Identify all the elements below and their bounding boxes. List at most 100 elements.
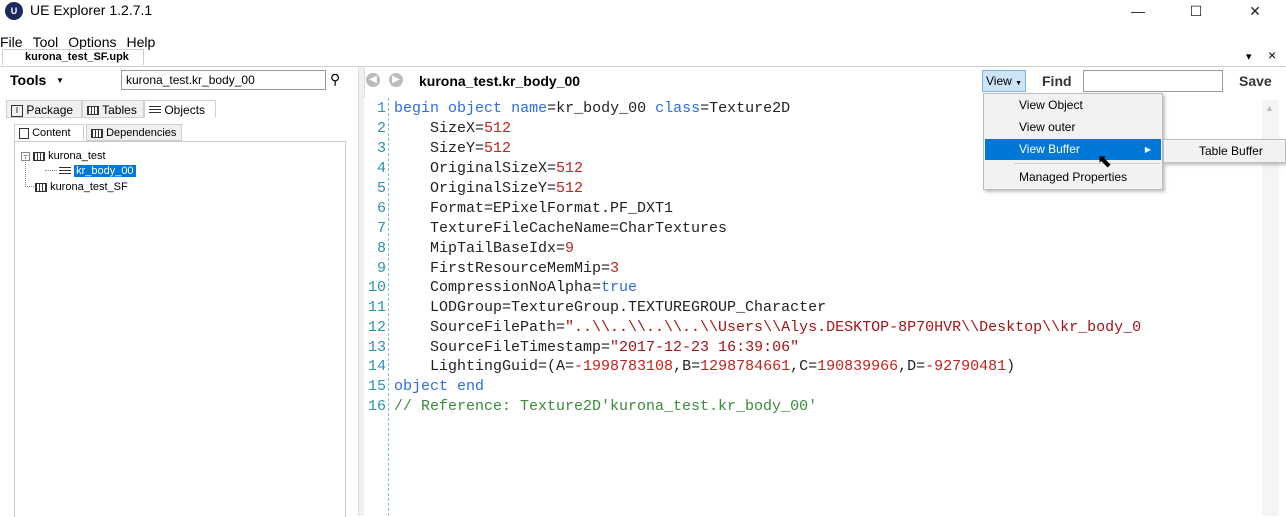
mouse-cursor-icon: ⬉ (1097, 151, 1113, 171)
save-button[interactable]: Save (1239, 73, 1272, 89)
find-label: Find (1042, 73, 1072, 89)
line-number: 1 (376, 100, 386, 117)
tab-list-dropdown-icon[interactable]: ▾ (1246, 50, 1252, 63)
content-icon (19, 127, 29, 139)
code-text: ,B= (673, 358, 701, 375)
menu-options[interactable]: Options (68, 34, 116, 50)
scroll-up-icon[interactable]: ▲ (1265, 103, 1274, 113)
code-line: SizeY=512 (394, 140, 511, 157)
line-number: 9 (376, 260, 386, 277)
code-line: SourceFileTimestamp="2017-12-23 16:39:06… (394, 339, 799, 356)
keyword: object (448, 100, 503, 117)
code-line: object end (394, 378, 484, 395)
line-number: 13 (367, 339, 386, 356)
menu-item-label: View Buffer (1019, 142, 1080, 156)
menu-item-table-buffer[interactable]: Table Buffer (1165, 141, 1286, 162)
tree-line (45, 170, 57, 172)
string-literal: "2017-12-23 16:39:06" (610, 339, 800, 356)
keyword: class (655, 100, 701, 117)
view-dropdown-button[interactable]: View ▼ (982, 70, 1026, 92)
chevron-down-icon[interactable]: ▼ (56, 76, 64, 85)
object-search-input[interactable] (121, 70, 326, 90)
line-number: 16 (367, 398, 386, 415)
code-text: OriginalSizeX= (394, 160, 557, 177)
code-line: LODGroup=TextureGroup.TEXTUREGROUP_Chara… (394, 299, 827, 316)
code-line: Format=EPixelFormat.PF_DXT1 (394, 200, 674, 217)
document-tab[interactable]: kurona_test_SF.upk (2, 49, 144, 65)
code-text: MipTailBaseIdx= (394, 240, 566, 257)
keyword: object (394, 378, 449, 395)
code-line: SizeX=512 (394, 120, 511, 137)
keyword: true (601, 279, 638, 296)
line-number: 14 (367, 358, 386, 375)
package-grid-icon (35, 182, 47, 192)
chevron-down-icon: ▼ (1015, 80, 1023, 87)
code-line: begin object name=kr_body_00 class=Textu… (394, 100, 790, 117)
code-text: SourceFileTimestamp= (394, 339, 611, 356)
tab-objects[interactable]: Objects (144, 100, 216, 118)
find-input[interactable] (1083, 70, 1223, 92)
code-line: TextureFileCacheName=CharTextures (394, 220, 728, 237)
menu-file[interactable]: File (0, 34, 23, 50)
tree-line (25, 186, 34, 188)
code-text: SourceFilePath= (394, 319, 566, 336)
tree-node-kurona-test-sf[interactable]: kurona_test_SF (35, 180, 128, 194)
close-document-icon[interactable]: × (1268, 47, 1276, 63)
number-literal: 190839966 (817, 358, 899, 375)
keyword: name (511, 100, 548, 117)
table-icon (87, 106, 99, 116)
code-comment: // Reference: Texture2D'kurona_test.kr_b… (394, 398, 818, 415)
tab-package[interactable]: I Package (6, 100, 82, 118)
package-grid-icon (33, 151, 46, 161)
tree-node-label: kurona_test_SF (50, 181, 128, 193)
line-number: 7 (376, 220, 386, 237)
code-line: LightingGuid=(A=-1998783108,B=1298784661… (394, 358, 1015, 375)
menu-item-managed-properties[interactable]: Managed Properties (985, 167, 1161, 188)
code-line: OriginalSizeY=512 (394, 180, 583, 197)
back-arrow-icon[interactable]: ◀ (366, 73, 380, 87)
subtab-content[interactable]: Content (14, 124, 84, 141)
close-window-button[interactable]: ✕ (1232, 0, 1278, 24)
keyword: begin (394, 100, 440, 117)
code-text: OriginalSizeY= (394, 180, 557, 197)
menu-item-view-outer[interactable]: View outer (985, 117, 1161, 138)
maximize-button[interactable]: ☐ (1173, 0, 1219, 24)
tree-node-kurona-test[interactable]: − kurona_test (21, 149, 106, 163)
tab-label: Objects (164, 103, 206, 117)
subtab-dependencies[interactable]: Dependencies (86, 124, 182, 141)
package-icon: I (11, 104, 23, 117)
number-literal: 512 (484, 140, 512, 157)
number-literal: 3 (610, 260, 620, 277)
code-text: ,C= (790, 358, 818, 375)
menu-tool[interactable]: Tool (33, 34, 59, 50)
number-literal: 512 (556, 180, 584, 197)
forward-arrow-icon[interactable]: ▶ (389, 73, 403, 87)
tools-dropdown[interactable]: Tools (10, 72, 46, 88)
tab-tables[interactable]: Tables (82, 100, 144, 118)
objects-list-icon (149, 106, 161, 116)
document-tab-strip (0, 50, 1286, 67)
line-number: 6 (376, 200, 386, 217)
line-number: 12 (367, 319, 386, 336)
tree-node-kr-body-00[interactable]: kr_body_00 (59, 164, 136, 178)
number-literal: 512 (556, 160, 584, 177)
code-text: =kr_body_00 (547, 100, 656, 117)
tree-node-label-selected: kr_body_00 (74, 165, 136, 177)
line-number: 4 (376, 160, 386, 177)
number-literal: -92790481 (925, 358, 1007, 375)
line-number: 3 (376, 140, 386, 157)
tab-label: Tables (102, 103, 137, 117)
subtab-label: Content (32, 127, 71, 139)
line-number: 10 (367, 279, 386, 296)
string-literal: "..\\..\\..\\..\\Users\\Alys.DESKTOP-8P7… (565, 319, 1142, 336)
minimize-button[interactable]: — (1115, 0, 1161, 24)
texture-object-icon (59, 166, 71, 176)
code-line: SourceFilePath="..\\..\\..\\..\\Users\\A… (394, 319, 1141, 336)
menu-help[interactable]: Help (127, 34, 156, 50)
line-number: 15 (367, 378, 386, 395)
code-text: CompressionNoAlpha= (394, 279, 602, 296)
search-icon[interactable]: ⚲ (330, 71, 340, 88)
menu-item-view-buffer[interactable]: View Buffer ▶ (985, 139, 1161, 160)
menu-item-view-object[interactable]: View Object (985, 95, 1161, 116)
